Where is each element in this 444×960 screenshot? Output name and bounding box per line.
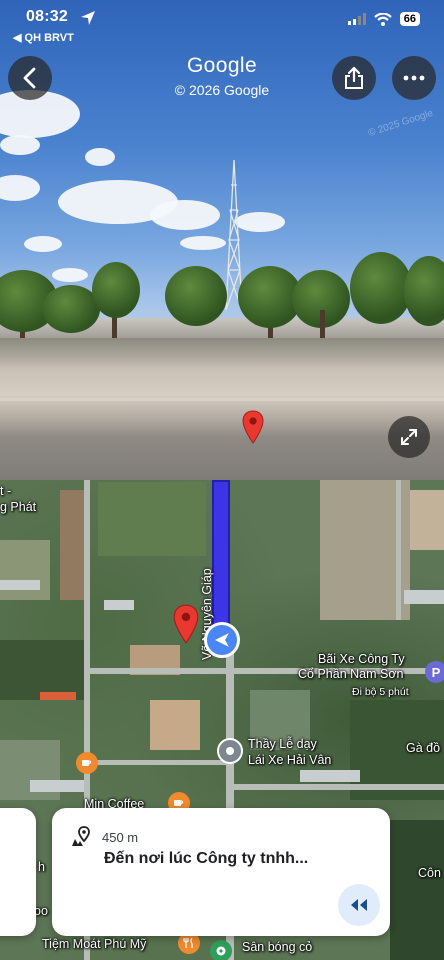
more-dots-icon: [403, 75, 425, 81]
fork-knife-icon: [183, 937, 193, 948]
back-to-app-link[interactable]: ◀ QH BRVT: [13, 31, 74, 44]
cloud: [180, 236, 226, 250]
map-label: h: [38, 860, 45, 874]
more-options-button[interactable]: [392, 56, 436, 100]
road-ground: [0, 338, 444, 480]
map-label: g Phát: [0, 500, 37, 514]
arrive-destination-icon: [72, 826, 90, 846]
pin-dot-icon: [226, 747, 234, 755]
gray-location-marker[interactable]: [217, 738, 243, 764]
field: [0, 540, 50, 600]
cloud: [24, 236, 62, 252]
distance-row: 450 m: [70, 826, 138, 848]
tree: [92, 262, 140, 318]
walk-time-label: Đi bộ 5 phút: [352, 686, 409, 698]
copyright-text: © 2026 Google: [174, 82, 270, 98]
cloud: [52, 268, 88, 282]
expand-button[interactable]: [388, 416, 430, 458]
share-button[interactable]: [332, 56, 376, 100]
share-icon: [345, 66, 363, 89]
field: [98, 482, 206, 556]
road-line: [0, 398, 444, 401]
cloud: [150, 200, 220, 230]
imagery-watermark: © 2025 Google: [366, 107, 435, 140]
sports-marker[interactable]: [210, 940, 232, 960]
cafe-marker[interactable]: [76, 752, 98, 774]
tree: [350, 252, 412, 324]
poi-school-label[interactable]: Thầy Lễ dạy: [248, 737, 317, 752]
battery-indicator: 66: [399, 12, 420, 26]
street-view-panel[interactable]: 08:32 ◀ QH BRVT 66 Google © 2026 Google …: [0, 0, 444, 480]
current-location-arrow: [204, 622, 240, 658]
forest: [0, 640, 90, 700]
poi-parking-label-2[interactable]: Cổ Phần Nam Sơn: [298, 667, 403, 682]
tree: [165, 266, 227, 326]
navigation-step-card[interactable]: 450 m Đến nơi lúc Công ty tnhh...: [52, 808, 390, 936]
rewind-button[interactable]: [338, 884, 380, 926]
poi-school-label-2[interactable]: Lái Xe Hải Vân: [248, 753, 331, 768]
status-time: 08:32: [26, 8, 68, 25]
destination-text: Đến nơi lúc Công ty tnhh...: [104, 850, 309, 867]
street-view-title: Google © 2026 Google: [0, 54, 444, 98]
building: [30, 780, 90, 792]
navigation-arrow-icon: [215, 633, 229, 647]
location-arrow-icon: [81, 11, 95, 25]
destination-pin-icon[interactable]: [173, 604, 199, 644]
location-pin-icon: [242, 410, 264, 444]
status-icons: 66: [347, 12, 420, 26]
road: [90, 760, 226, 765]
road: [234, 784, 444, 790]
building: [40, 692, 76, 700]
cellular-signal-icon: [347, 13, 366, 25]
rewind-icon: [351, 899, 367, 911]
forest: [390, 820, 444, 960]
poi-field-label[interactable]: Sân bóng cỏ: [242, 940, 312, 955]
map-label: oo: [34, 904, 48, 918]
field: [150, 700, 200, 750]
google-title: Google: [186, 54, 258, 77]
cloud: [0, 135, 40, 155]
poi-shop-label[interactable]: Tiệm Moát Phú Mỹ: [42, 937, 146, 952]
road: [396, 480, 401, 620]
building: [404, 590, 444, 604]
map-label: t -: [0, 484, 12, 498]
building: [300, 770, 360, 782]
step-distance: 450 m: [102, 829, 139, 845]
navigation-route: [212, 480, 230, 630]
map-label: Côn: [418, 866, 441, 880]
expand-icon: [401, 429, 417, 445]
previous-step-card[interactable]: [0, 808, 36, 936]
tree: [404, 256, 444, 326]
coffee-icon: [82, 760, 92, 766]
parking-icon[interactable]: P: [425, 661, 444, 683]
poi-parking-label[interactable]: Bãi Xe Công Ty: [318, 652, 405, 667]
status-bar: 08:32 ◀ QH BRVT 66: [0, 0, 444, 48]
wifi-icon: [374, 12, 392, 26]
soccer-icon: [216, 946, 226, 956]
building: [104, 600, 134, 610]
cloud: [85, 148, 115, 166]
map-label: Gà đồ: [406, 741, 441, 755]
field: [410, 490, 444, 550]
building: [0, 580, 40, 590]
cloud: [0, 175, 40, 201]
